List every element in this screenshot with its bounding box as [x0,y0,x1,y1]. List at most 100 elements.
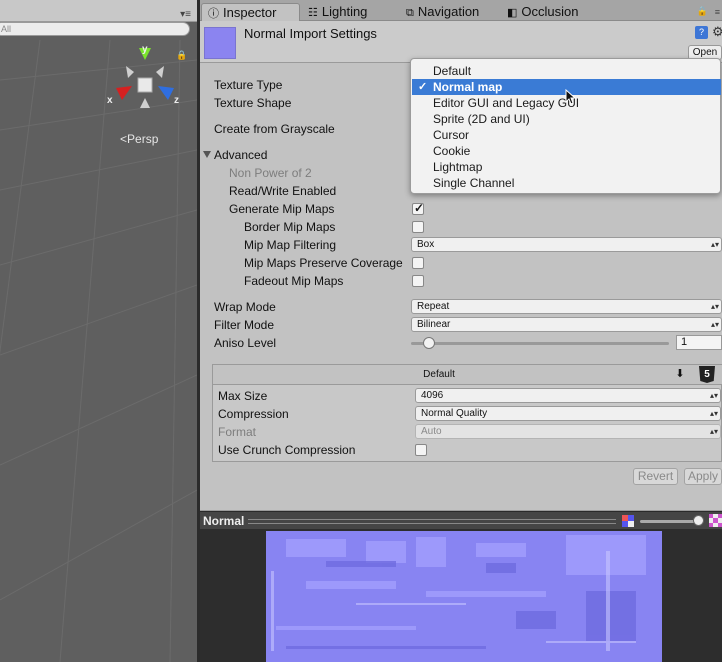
filter-mode-row: Filter Mode Bilinear ▴▾ [200,316,722,334]
mouse-cursor-icon [565,89,577,105]
mip-level-slider-track[interactable] [640,520,696,523]
max-size-label: Max Size [218,389,268,403]
revert-button[interactable]: Revert [633,468,678,485]
gizmo-x-label: x [107,95,113,106]
navigation-icon: ⧉ [406,7,414,19]
checkmark-icon: ✓ [414,201,425,215]
wrap-mode-select[interactable]: Repeat ▴▾ [411,299,722,314]
format-select: Auto ▴▾ [415,424,721,439]
tab-navigation[interactable]: ⧉ Navigation [400,3,500,21]
aniso-slider-track[interactable] [411,342,669,345]
mip-filtering-select[interactable]: Box ▴▾ [411,237,722,252]
inspector-menu-icon[interactable]: ≡ [715,7,720,17]
create-from-grayscale-label: Create from Grayscale [214,122,335,136]
compression-row: Compression Normal Quality ▴▾ [213,405,721,423]
preview-header[interactable]: Normal [200,511,722,529]
border-mips-row: Border Mip Maps [200,218,722,236]
advanced-label: Advanced [214,148,268,162]
scene-view[interactable]: ▾≡ All y x z 🔒 <Persp [0,0,197,662]
inspector-lock-icon[interactable]: 🔒 [697,6,708,17]
scene-toolbar: ▾≡ [0,0,197,22]
filter-mode-label: Filter Mode [214,318,275,332]
hierarchy-search-input[interactable]: All [0,22,190,36]
gear-icon[interactable]: ⚙ [712,24,722,40]
filter-mode-select[interactable]: Bilinear ▴▾ [411,317,722,332]
tab-default-platform[interactable]: Default [213,365,665,385]
tab-inspector[interactable]: ⓘ Inspector [201,3,300,21]
mip-filtering-row: Mip Map Filtering Box ▴▾ [200,236,722,254]
crunch-row: Use Crunch Compression [213,441,721,459]
dropdown-option-sprite[interactable]: Sprite (2D and UI) [412,111,721,127]
aniso-level-row: Aniso Level 1 [200,334,722,352]
compression-label: Compression [218,407,289,421]
select-arrows-icon: ▴▾ [709,409,718,418]
gizmo-y-label: y [142,44,148,55]
select-arrows-icon: ▴▾ [709,391,718,400]
select-arrows-icon: ▴▾ [709,427,718,436]
tab-occlusion[interactable]: ◧ Occlusion [501,3,611,21]
fadeout-mips-label: Fadeout Mip Maps [244,274,344,288]
normal-map-preview-image [266,531,662,662]
panel-menu-icon[interactable]: ▾≡ [180,9,191,20]
dropdown-option-single-channel[interactable]: Single Channel [412,175,721,191]
select-arrows-icon: ▴▾ [710,302,719,311]
mip-filtering-label: Mip Map Filtering [244,238,337,252]
preview-drag-handle[interactable] [248,519,616,524]
aniso-slider-thumb[interactable] [423,337,435,349]
mip-level-slider-thumb[interactable] [693,515,704,526]
compression-select[interactable]: Normal Quality ▴▾ [415,406,721,421]
texture-type-dropdown[interactable]: Default ✓ Normal map Editor GUI and Legac… [410,58,721,194]
wrap-mode-row: Wrap Mode Repeat ▴▾ [200,298,722,316]
html5-icon[interactable]: 5 [699,366,715,383]
aniso-level-label: Aniso Level [214,336,277,350]
generate-mips-row: Generate Mip Maps ✓ [200,200,722,218]
preserve-coverage-row: Mip Maps Preserve Coverage [200,254,722,272]
check-icon: ✓ [418,81,428,93]
generate-mips-label: Generate Mip Maps [229,202,335,216]
lock-icon[interactable]: 🔒 [176,50,187,61]
border-mips-checkbox[interactable] [412,221,424,233]
crunch-checkbox[interactable] [415,444,427,456]
download-icon[interactable]: ⬇ [667,367,693,383]
generate-mips-checkbox[interactable]: ✓ [412,201,425,215]
max-size-row: Max Size 4096 ▴▾ [213,387,721,405]
crunch-label: Use Crunch Compression [218,443,356,457]
dropdown-option-lightmap[interactable]: Lightmap [412,159,721,175]
scene-grid [0,40,197,662]
persp-chevron-icon: < [120,132,128,146]
texture-preview [200,529,722,662]
lighting-icon: ☷ [308,7,318,19]
fadeout-mips-checkbox[interactable] [412,275,424,287]
foldout-arrow-icon[interactable] [203,151,211,158]
tab-bar: ⓘ Inspector ☷ Lighting ⧉ Navigation ◧ Occlus… [200,0,722,21]
select-arrows-icon: ▴▾ [710,320,719,329]
texture-shape-label: Texture Shape [214,96,292,110]
platform-tabs: Default ⬇ 5 [213,365,722,385]
mip-large-icon [709,514,722,527]
page-title: Normal Import Settings [244,26,377,41]
fadeout-mips-row: Fadeout Mip Maps [200,272,722,290]
non-power-of-2-label: Non Power of 2 [229,166,312,180]
max-size-select[interactable]: 4096 ▴▾ [415,388,721,403]
orientation-gizmo[interactable]: y x z [104,42,186,114]
select-arrows-icon: ▴▾ [710,240,719,249]
dropdown-option-default[interactable]: Default [412,63,721,79]
dropdown-option-cursor[interactable]: Cursor [412,127,721,143]
gizmo-z-label: z [174,95,179,106]
tab-lighting[interactable]: ☷ Lighting [302,3,402,21]
platform-settings: Default ⬇ 5 Max Size 4096 ▴▾ Compression … [212,364,722,462]
format-row: Format Auto ▴▾ [213,423,721,441]
read-write-label: Read/Write Enabled [229,184,337,198]
help-icon[interactable]: ? [695,26,708,39]
camera-projection-label[interactable]: <Persp [120,132,158,146]
asset-header: Normal Import Settings ? ⚙ Open [200,21,722,63]
border-mips-label: Border Mip Maps [244,220,336,234]
aniso-level-field[interactable]: 1 [676,335,722,350]
preserve-coverage-label: Mip Maps Preserve Coverage [244,256,403,270]
mip-small-icon [622,515,634,527]
preserve-coverage-checkbox[interactable] [412,257,424,269]
texture-thumbnail [204,27,236,59]
apply-button[interactable]: Apply [684,468,722,485]
wrap-mode-label: Wrap Mode [214,300,276,314]
dropdown-option-cookie[interactable]: Cookie [412,143,721,159]
